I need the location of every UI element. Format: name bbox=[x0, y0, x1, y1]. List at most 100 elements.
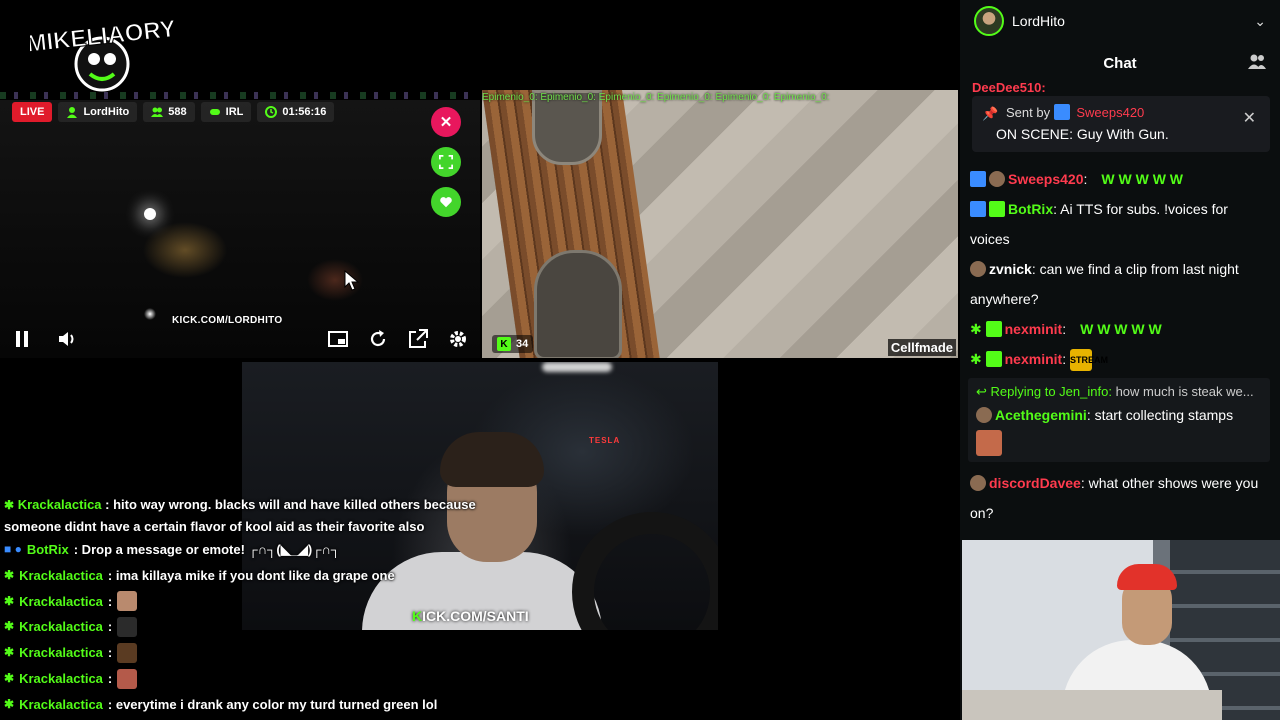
reply-context[interactable]: ↩ Replying to Jen_info: how much is stea… bbox=[976, 384, 1262, 400]
clock-icon bbox=[265, 106, 278, 118]
pinned-message: 📌 Sent by Sweeps420 ON SCENE: Guy With G… bbox=[972, 96, 1270, 152]
leaf-icon: ✱ bbox=[4, 567, 15, 582]
ticker-strip bbox=[0, 92, 480, 99]
emote-icon bbox=[976, 430, 1002, 456]
secondary-viewer-count: 34 bbox=[516, 338, 529, 350]
chat-message: BotRix: Ai TTS for subs. !voices for voi… bbox=[970, 201, 1228, 247]
leaf-icon: ✱ bbox=[4, 645, 15, 660]
street-light bbox=[144, 208, 156, 220]
gamepad-icon bbox=[209, 109, 220, 115]
emote-icon bbox=[117, 591, 138, 612]
leaf-icon: ✱ bbox=[4, 670, 15, 685]
leaf-icon: ✱ bbox=[4, 593, 15, 608]
shoe-graphic bbox=[534, 250, 622, 358]
badge-icon bbox=[976, 407, 992, 423]
heart-icon bbox=[440, 197, 452, 208]
overlay-action-buttons: ✕ bbox=[431, 107, 461, 217]
uptime-pill: 01:56:16 bbox=[257, 102, 335, 122]
avatar bbox=[974, 6, 1004, 36]
streamer-webcam bbox=[962, 540, 1280, 720]
user-icon bbox=[67, 107, 78, 118]
channel-header[interactable]: LordHito ⌄ bbox=[960, 0, 1280, 42]
mikeliaory-logo: MIKELIAORY bbox=[30, 15, 175, 92]
chat-message: ✱ nexminit: W W W W W bbox=[970, 321, 1162, 337]
close-icon: ✕ bbox=[439, 114, 453, 131]
bot-badge-icon: ■ ● bbox=[4, 542, 22, 556]
reply-arrow-icon: ↩ bbox=[976, 384, 987, 399]
stream-area: MIKELIAORY KICK.COM/LORDHITO LIVE LordHi… bbox=[0, 0, 960, 720]
chat-ribbon: Epimenio_0: Epimenio_0: Epimenio_0: Epim… bbox=[482, 92, 830, 103]
overlay-chat-line: ✱ Krackalactica : bbox=[4, 666, 524, 692]
volume-icon bbox=[59, 332, 74, 346]
emote-icon: STREAM bbox=[1069, 349, 1108, 372]
leaf-icon: ✱ bbox=[970, 351, 986, 367]
viewer-count: 588 bbox=[168, 106, 187, 118]
main-video[interactable]: KICK.COM/LORDHITO bbox=[0, 100, 480, 358]
chat-message: Acethegemini: start collecting stamps bbox=[976, 400, 1262, 430]
secondary-video: Epimenio_0: Epimenio_0: Epimenio_0: Epim… bbox=[482, 90, 958, 358]
emote-icon bbox=[117, 617, 138, 638]
overlay-chat-line: ✱ Krackalactica : hito way wrong. blacks… bbox=[4, 497, 476, 534]
leaf-icon: ✱ bbox=[4, 498, 15, 512]
ceiling-light bbox=[542, 362, 612, 372]
badge-icon bbox=[970, 475, 986, 491]
chat-message: discordDavee: what other shows were you … bbox=[970, 475, 1259, 521]
close-overlay-button[interactable]: ✕ bbox=[431, 107, 461, 137]
badge-icon bbox=[970, 201, 986, 217]
settings-button[interactable] bbox=[445, 326, 471, 352]
credit-label: Cellfmade bbox=[887, 339, 956, 356]
overlay-chat-line: ✱ Krackalactica : everytime i drank any … bbox=[4, 692, 524, 718]
follow-heart-button[interactable] bbox=[431, 187, 461, 217]
pause-icon bbox=[16, 331, 28, 347]
viewers-icon bbox=[151, 107, 164, 117]
gear-icon bbox=[450, 331, 466, 347]
kick-logo-icon: K bbox=[497, 337, 511, 351]
overlay-chat-line: ✱ Krackalactica : bbox=[4, 589, 524, 615]
steering-wheel bbox=[572, 512, 718, 630]
emote-icon bbox=[117, 643, 138, 664]
keyboard-graphic bbox=[962, 690, 1222, 720]
overlay-chat-line: ✱ Krackalactica : bbox=[4, 614, 524, 640]
popout-button[interactable] bbox=[405, 326, 431, 352]
badge-icon bbox=[989, 201, 1005, 217]
chat-message: ✱ nexminit: STREAM bbox=[970, 344, 1270, 374]
expand-icon bbox=[439, 155, 453, 169]
channel-name: LordHito bbox=[1012, 13, 1065, 29]
badge-icon bbox=[970, 171, 986, 187]
overlay-chat: ✱ Krackalactica : hito way wrong. blacks… bbox=[4, 494, 524, 718]
category-pill[interactable]: IRL bbox=[200, 102, 252, 122]
streamer-name: LordHito bbox=[83, 106, 130, 118]
chat-message: zvnick: can we find a clip from last nig… bbox=[970, 261, 1239, 307]
pin-icon: 📌 bbox=[982, 106, 999, 121]
chat-message: Sweeps420: W W W W W bbox=[970, 164, 1270, 194]
badge-icon bbox=[989, 171, 1005, 187]
badge-icon bbox=[970, 261, 986, 277]
viewer-pill: 588 bbox=[143, 102, 195, 122]
picture-in-picture-icon bbox=[328, 331, 348, 347]
pip-button[interactable] bbox=[325, 326, 351, 352]
tesla-sign: TESLA bbox=[589, 436, 621, 445]
reload-button[interactable] bbox=[365, 326, 391, 352]
overlay-chat-line: ✱ Krackalactica : ima killaya mike if yo… bbox=[4, 563, 524, 589]
player-controls bbox=[0, 322, 480, 358]
overlay-chat-line: ■ ● BotRix : Drop a message or emote! ┌∩… bbox=[4, 537, 524, 563]
chat-messages: Sweeps420: W W W W W BotRix: Ai TTS for s… bbox=[968, 164, 1270, 528]
chat-title: Chat bbox=[1103, 54, 1137, 72]
external-link-icon bbox=[409, 329, 428, 348]
badge-icon bbox=[1053, 104, 1070, 120]
users-icon[interactable] bbox=[1248, 53, 1266, 69]
person-hair bbox=[440, 432, 544, 487]
reply-message: ↩ Replying to Jen_info: how much is stea… bbox=[968, 378, 1270, 462]
pinned-text: ON SCENE: Guy With Gun. bbox=[996, 126, 1169, 142]
expand-button[interactable] bbox=[431, 147, 461, 177]
emote-icon bbox=[117, 668, 138, 689]
pause-button[interactable] bbox=[9, 326, 35, 352]
chevron-down-icon[interactable]: ⌄ bbox=[1254, 13, 1266, 30]
leaf-icon: ✱ bbox=[4, 696, 15, 711]
volume-button[interactable] bbox=[54, 326, 80, 352]
close-icon[interactable]: ✕ bbox=[1243, 108, 1256, 128]
streamer-pill[interactable]: LordHito bbox=[58, 102, 138, 122]
uptime: 01:56:16 bbox=[282, 106, 327, 118]
chat-title-row: Chat bbox=[960, 48, 1280, 78]
pinned-sender: Sent by Sweeps420 bbox=[1006, 104, 1145, 120]
